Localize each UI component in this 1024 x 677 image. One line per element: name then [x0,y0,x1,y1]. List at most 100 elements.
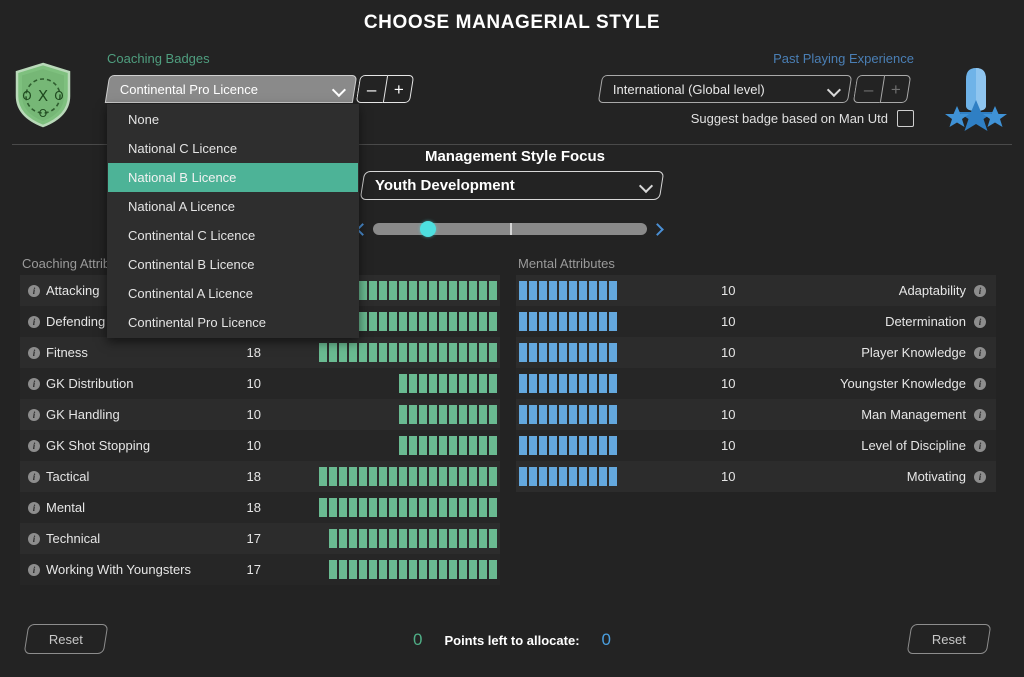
table-row[interactable]: i Fitness 18 [20,337,500,368]
table-row[interactable]: i GK Handling 10 [20,399,500,430]
info-icon[interactable]: i [974,315,986,328]
attribute-bar [409,343,417,362]
info-icon[interactable]: i [28,563,40,576]
attribute-bar [369,281,377,300]
attribute-bar [409,405,417,424]
table-row[interactable]: 10 Determination i [516,306,996,337]
coaching-badges-dropdown-menu[interactable]: None National C Licence National B Licence… [107,104,359,338]
info-icon[interactable]: i [28,346,40,359]
attribute-bar [319,467,327,486]
info-icon[interactable]: i [974,346,986,359]
attribute-bars [519,281,617,300]
slider-thumb[interactable] [419,221,436,237]
info-icon[interactable]: i [974,470,986,483]
attribute-name: Man Management [861,407,966,422]
attribute-bars [329,529,497,548]
suggest-badge-row[interactable]: Suggest badge based on Man Utd [691,110,914,127]
attribute-bar [479,560,487,579]
info-icon[interactable]: i [28,501,40,514]
attribute-bar [429,281,437,300]
attribute-bar [339,467,347,486]
attribute-bar [599,405,607,424]
info-icon[interactable]: i [28,439,40,452]
attribute-bar [419,560,427,579]
menu-item[interactable]: Continental A Licence [108,279,358,308]
attribute-bars [519,312,617,331]
menu-item[interactable]: Continental B Licence [108,250,358,279]
management-style-focus-select[interactable]: Youth Development [359,171,665,200]
info-icon[interactable]: i [28,315,40,328]
attribute-bar [539,436,547,455]
attribute-bar [329,529,337,548]
table-row[interactable]: i Technical 17 [20,523,500,554]
menu-item[interactable]: Continental C Licence [108,221,358,250]
attribute-name: Fitness [46,345,88,360]
table-row[interactable]: 10 Youngster Knowledge i [516,368,996,399]
attribute-bar [529,281,537,300]
attribute-bar [379,467,387,486]
attribute-bar [459,405,467,424]
table-row[interactable]: 10 Player Knowledge i [516,337,996,368]
attribute-bar [479,312,487,331]
menu-item[interactable]: National A Licence [108,192,358,221]
info-icon[interactable]: i [974,377,986,390]
management-style-focus-slider[interactable] [355,218,665,240]
attribute-bar [519,436,527,455]
slider-track[interactable] [373,221,647,237]
table-row[interactable]: 10 Man Management i [516,399,996,430]
slider-center-tick [510,223,512,235]
table-row[interactable]: i GK Shot Stopping 10 [20,430,500,461]
attribute-bar [569,343,577,362]
info-icon[interactable]: i [28,408,40,421]
attribute-value: 10 [246,376,261,391]
info-icon[interactable]: i [28,532,40,545]
table-row[interactable]: 10 Level of Discipline i [516,430,996,461]
info-icon[interactable]: i [974,284,986,297]
attribute-bar [539,405,547,424]
info-icon[interactable]: i [28,377,40,390]
attribute-name: Motivating [906,469,966,484]
past-playing-experience-increase-button[interactable]: + [879,75,912,103]
suggest-badge-checkbox[interactable] [897,110,914,127]
info-icon[interactable]: i [974,408,986,421]
coaching-badges-increase-button[interactable]: + [382,75,415,103]
past-playing-experience-stepper[interactable]: – + [852,75,912,103]
attribute-bar [589,374,597,393]
attribute-bar [489,343,497,362]
mental-attributes-list: 10 Adaptability i 10 Determination i 10 Player … [516,275,996,492]
menu-item[interactable]: National C Licence [108,134,358,163]
table-row[interactable]: 10 Adaptability i [516,275,996,306]
menu-item[interactable]: Continental Pro Licence [108,308,358,337]
slider-right-arrow-icon[interactable] [653,221,665,237]
attribute-bar [589,343,597,362]
attribute-bar [539,467,547,486]
attribute-bar [449,436,457,455]
info-icon[interactable]: i [28,470,40,483]
attribute-bar [529,467,537,486]
coaching-badges-select[interactable]: Continental Pro Licence [104,75,358,103]
attribute-bar [519,343,527,362]
menu-item[interactable]: None [108,105,358,134]
attribute-bar [449,467,457,486]
table-row[interactable]: 10 Motivating i [516,461,996,492]
coaching-badges-selected-value: Continental Pro Licence [120,81,259,97]
info-icon[interactable]: i [974,439,986,452]
points-mental-value: 0 [601,630,611,649]
table-row[interactable]: i Working With Youngsters 17 [20,554,500,585]
attribute-bar [369,343,377,362]
attribute-bar [409,467,417,486]
attribute-bar [579,436,587,455]
table-row[interactable]: i Mental 18 [20,492,500,523]
attribute-value: 10 [721,438,736,453]
attribute-bar [449,281,457,300]
coaching-badges-stepper[interactable]: – + [355,75,415,103]
table-row[interactable]: i GK Distribution 10 [20,368,500,399]
attribute-bar [399,343,407,362]
menu-item[interactable]: National B Licence [108,163,358,192]
attribute-bar [369,312,377,331]
table-row[interactable]: i Tactical 18 [20,461,500,492]
attribute-bar [439,374,447,393]
past-playing-experience-select[interactable]: International (Global level) [597,75,853,103]
info-icon[interactable]: i [28,284,40,297]
attribute-name: Level of Discipline [861,438,966,453]
